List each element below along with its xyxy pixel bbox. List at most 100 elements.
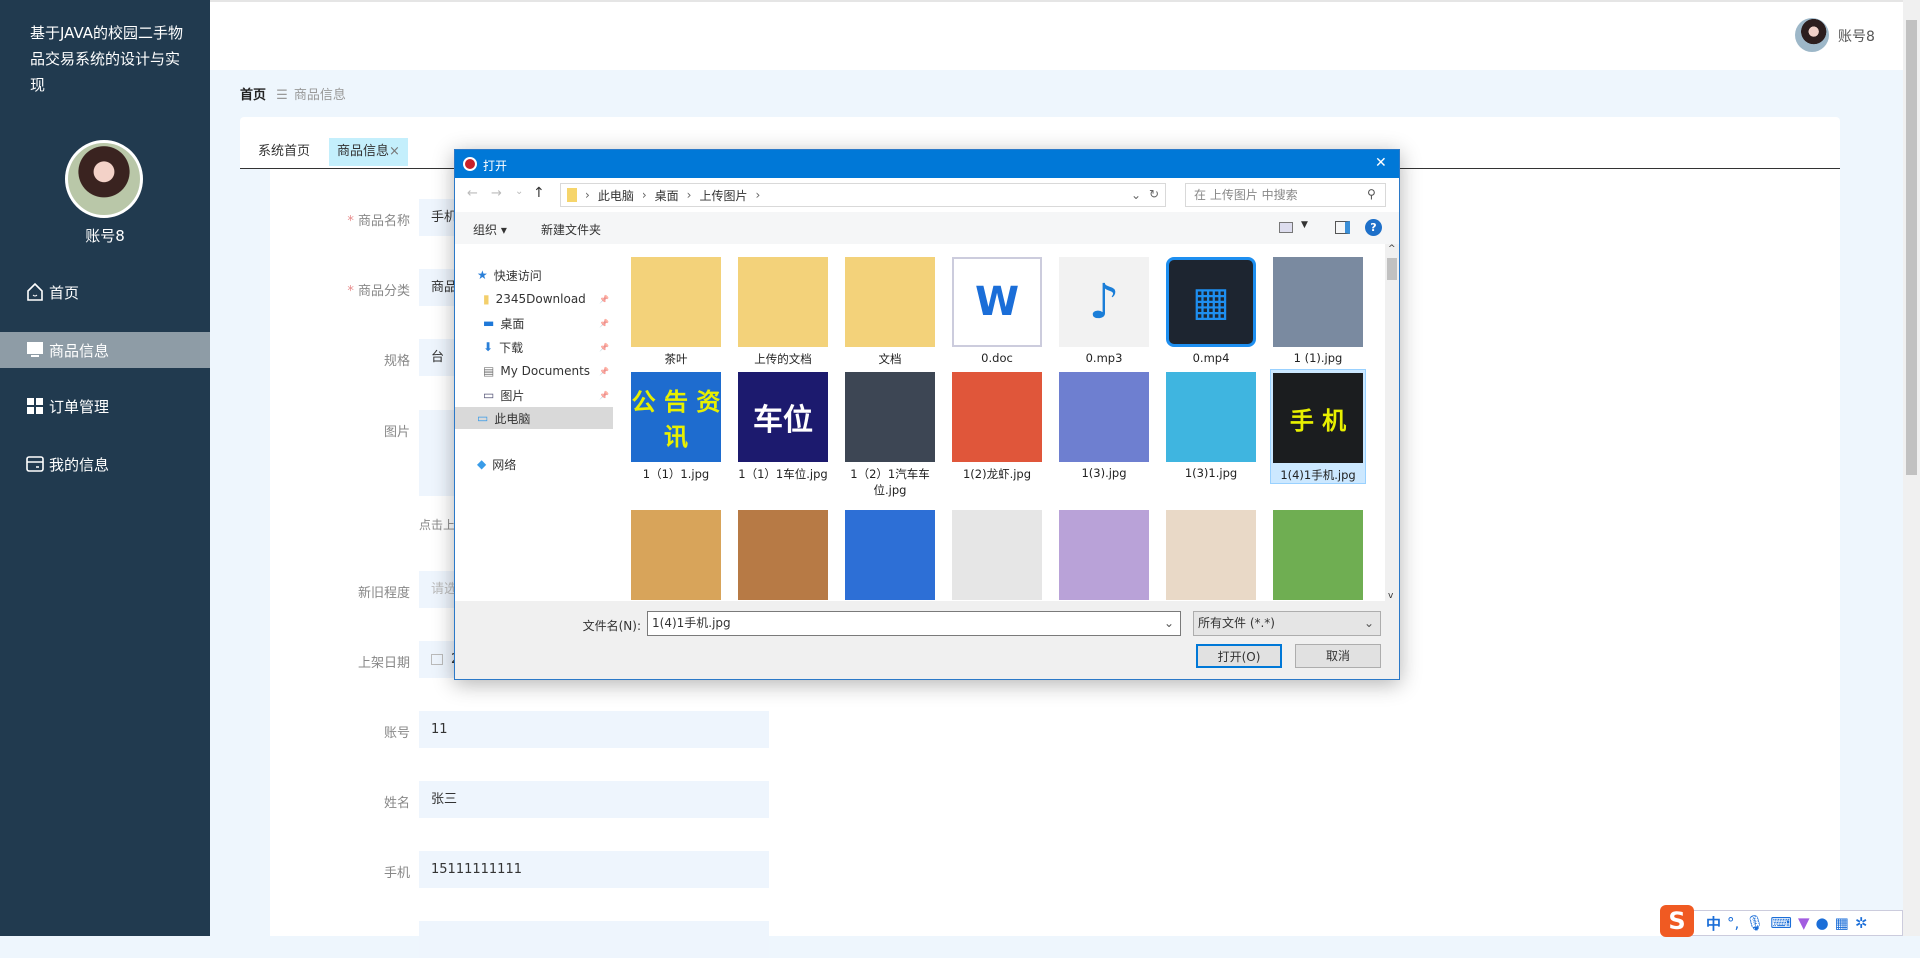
realname-input[interactable]: 张三 [419,781,769,818]
nav-item[interactable]: ◆ 网络 [455,453,613,475]
upload-hint: 点击上 [419,518,456,532]
file-item[interactable]: 公 告 资 讯 1（1）1.jpg [628,369,724,482]
nav-item[interactable]: ▭ 图片 📌 [455,384,613,406]
file-item[interactable] [628,507,724,601]
sidebar: 基于JAVA的校园二手物品交易系统的设计与实现 账号8 首页 商品信息 订单管理… [0,0,210,936]
close-icon[interactable]: ✕ [1375,155,1387,171]
nav-item[interactable]: ⬇ 下载 📌 [455,336,613,358]
monitor-icon [25,340,45,360]
nav-item[interactable]: ▬ 桌面 📌 [455,312,613,334]
file-item[interactable] [1056,507,1152,601]
nav-item[interactable]: ▮ 2345Download 📌 [455,288,613,310]
keyboard-icon[interactable]: ⌨ [1770,914,1792,932]
header-avatar[interactable] [1795,18,1829,52]
file-thumbnail [952,372,1042,462]
file-name: 1(3)1.jpg [1184,466,1238,480]
file-item[interactable] [1163,507,1259,601]
file-item[interactable]: 1(3)1.jpg [1163,369,1259,480]
nav-item[interactable]: ★ 快速访问 [455,264,613,286]
file-item[interactable] [1270,507,1366,601]
file-thumbnail: ▦ [1166,257,1256,347]
cancel-button[interactable]: 取消 [1295,644,1381,668]
download-icon: ⬇ [483,340,494,354]
address-bar[interactable]: › 此电脑 › 桌面 › 上传图片 › ⌄ ↻ [560,183,1166,207]
desktop-icon: ▬ [483,316,495,330]
up-icon[interactable]: ↑ [533,185,545,201]
back-icon[interactable]: ← [467,186,478,201]
card-icon [25,454,45,474]
help-icon[interactable]: ? [1365,219,1382,236]
file-item[interactable]: 1 (1).jpg [1270,254,1366,365]
next-input[interactable] [419,921,769,958]
ime-toolbar[interactable]: S 中 °, 🎙 ⌨ ▼ ● ▦ ✲ [1660,905,1903,937]
file-item[interactable]: 手 机 1(4)1手机.jpg [1270,369,1366,484]
robot-icon[interactable]: ● [1816,914,1829,932]
path-segment[interactable]: 上传图片 [699,187,747,204]
path-segment[interactable]: 桌面 [655,187,679,204]
file-item[interactable]: ♪ 0.mp3 [1056,254,1152,365]
label-category: * 商品分类 [347,284,410,299]
calendar-icon [431,654,443,665]
microphone-icon[interactable]: 🎙 [1745,914,1764,932]
tab-system-home[interactable]: 系统首页 [250,138,318,166]
file-item[interactable]: 上传的文档 [735,254,831,367]
file-item[interactable] [842,507,938,601]
filetype-select[interactable]: 所有文件 (*.*) ⌄ [1193,611,1381,636]
search-input[interactable]: 在 上传图片 中搜索 [1185,183,1386,207]
dialog-titlebar[interactable]: 打开 ✕ [455,150,1399,178]
network-icon: ◆ [477,457,487,471]
ime-punctuation[interactable]: °, [1727,914,1739,932]
apps-icon[interactable]: ▦ [1835,914,1849,932]
filename-label: 文件名(N): [582,619,641,633]
file-thumbnail: 车位 [738,372,828,462]
forward-icon[interactable]: → [491,186,502,201]
tab-close-icon[interactable]: × [389,144,400,159]
file-thumbnail: 公 告 资 讯 [631,372,721,462]
file-item[interactable]: 1（2）1汽车车位.jpg [842,369,938,498]
ime-mode[interactable]: 中 [1706,913,1721,934]
file-item[interactable]: W 0.doc [949,254,1045,365]
file-item[interactable]: 文档 [842,254,938,367]
skin-icon[interactable]: ▼ [1798,914,1810,932]
file-thumbnail: 手 机 [1273,373,1363,463]
phone-input[interactable]: 15111111111 [419,851,769,888]
address-dropdown-icon[interactable]: ⌄ [1131,188,1141,202]
file-item[interactable]: 1(2)龙虾.jpg [949,369,1045,482]
open-button[interactable]: 打开(O) [1196,644,1282,668]
refresh-icon[interactable]: ↻ [1149,187,1159,201]
filename-input[interactable]: 1(4)1手机.jpg ⌄ [647,611,1181,636]
file-item[interactable]: 1(3).jpg [1056,369,1152,480]
nav-item[interactable]: ▭ 此电脑 [455,407,613,429]
file-item[interactable] [735,507,831,601]
page-scrollbar[interactable] [1903,0,1920,936]
sidebar-item-orders[interactable]: 订单管理 [0,388,210,424]
navigation-pane: ★ 快速访问 ▮ 2345Download 📌 ▬ 桌面 📌 ⬇ 下载 📌 ▤ My Documents… [455,244,613,601]
dialog-toolbar: 组织 ▾ 新建文件夹 ▼ ? [455,212,1399,244]
chevron-down-icon[interactable]: ⌄ [1164,612,1174,635]
menu-label: 订单管理 [49,397,110,416]
new-folder-button[interactable]: 新建文件夹 [541,221,601,238]
nav-item[interactable]: ▤ My Documents 📌 [455,360,613,382]
nav-item-label: 下载 [499,340,524,355]
file-item[interactable]: ▦ 0.mp4 [1163,254,1259,365]
path-segment[interactable]: 此电脑 [598,187,634,204]
sogou-logo-icon[interactable]: S [1660,905,1694,937]
file-grid-scrollbar[interactable]: ^ v [1385,244,1399,601]
file-item[interactable]: 车位 1（1）1车位.jpg [735,369,831,482]
recent-dropdown-icon[interactable]: ⌄ [515,186,523,197]
file-item[interactable]: 茶叶 [628,254,724,367]
view-dropdown-icon[interactable]: ▼ [1301,220,1308,230]
preview-pane-icon[interactable] [1335,221,1350,234]
sidebar-item-products[interactable]: 商品信息 [0,332,210,368]
view-icon[interactable] [1279,222,1293,233]
breadcrumb-home[interactable]: 首页 [240,88,266,103]
header-username[interactable]: 账号8 [1838,26,1875,46]
scrollbar-thumb[interactable] [1906,20,1917,475]
settings-icon[interactable]: ✲ [1855,914,1868,932]
tab-product-info[interactable]: 商品信息× [329,138,408,166]
organize-button[interactable]: 组织 ▾ [473,221,507,238]
account-input[interactable]: 11 [419,711,769,748]
sidebar-item-profile[interactable]: 我的信息 [0,446,210,482]
sidebar-item-home[interactable]: 首页 [0,274,210,310]
file-item[interactable] [949,507,1045,601]
